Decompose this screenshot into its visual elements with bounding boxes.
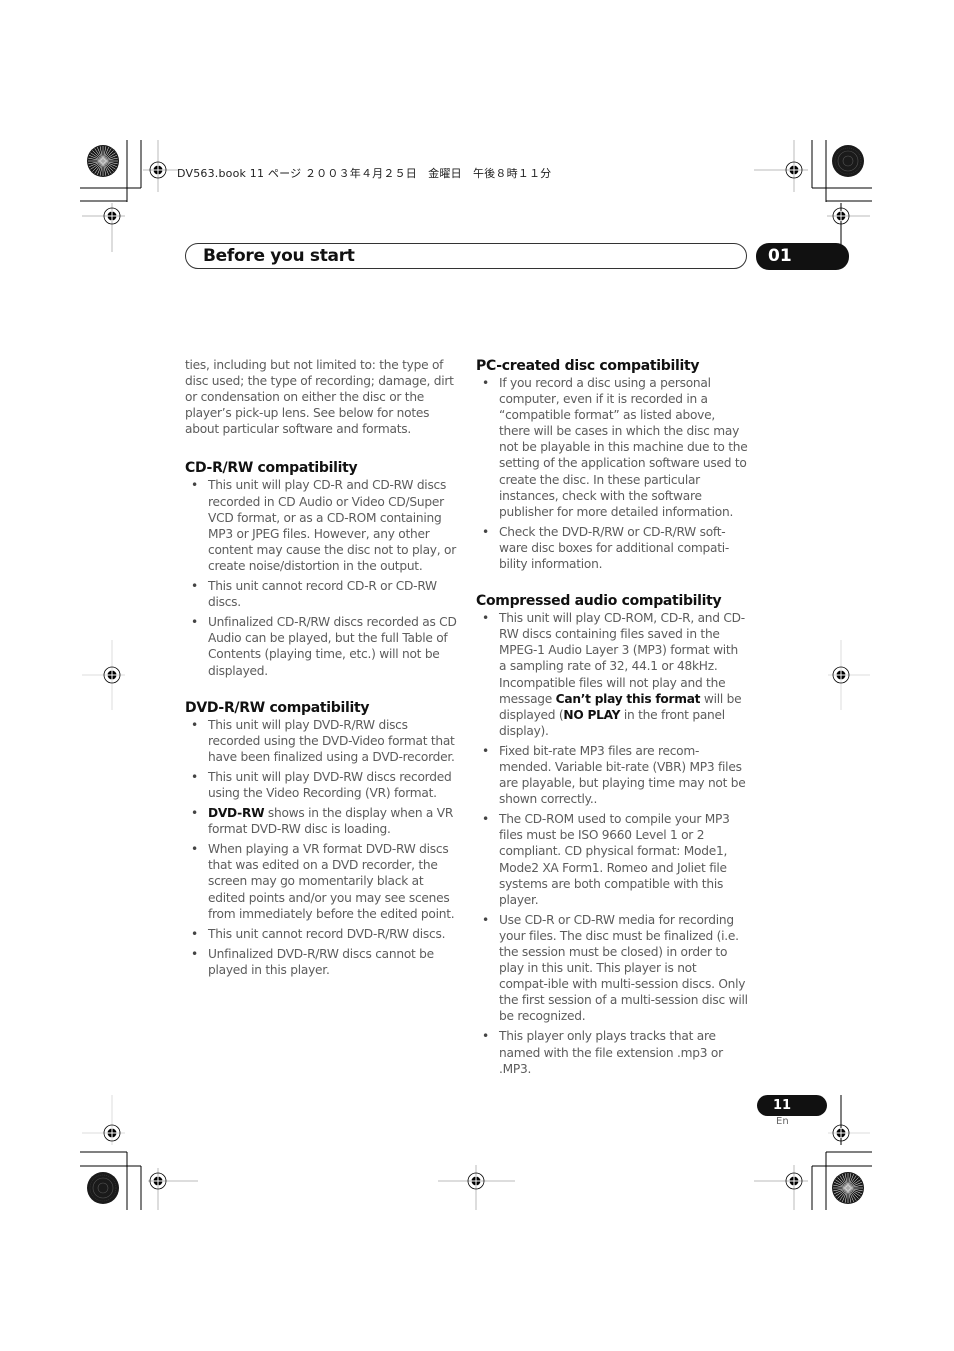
sunburst-mark-icon [831, 1171, 865, 1205]
list-item: Unfinalized DVD-R/RW discs cannot be pla… [185, 946, 457, 978]
heading-compressed-audio: Compressed audio compatibility [476, 593, 722, 610]
cd-rw-list: This unit will play CD-R and CD-RW discs… [185, 477, 457, 678]
section-title: Before you start [203, 246, 355, 266]
sunburst-mark-icon [86, 144, 120, 178]
list-item: This unit cannot record CD-R or CD-RW di… [185, 578, 457, 610]
heading-cd-rw: CD-R/RW compatibility [185, 460, 358, 477]
right-column: PC-created disc compatibility If you rec… [476, 357, 748, 1081]
list-item: This unit cannot record DVD-R/RW discs. [185, 926, 457, 942]
disc-mark-icon [831, 144, 865, 178]
list-item: The CD-ROM used to compile your MP3 file… [476, 811, 748, 908]
language-label: En [776, 1116, 789, 1127]
heading-pc-created: PC-created disc compatibility [476, 358, 700, 374]
print-info-line: DV563.book 11 ページ ２００３年４月２５日 金曜日 午後８時１１分 [177, 167, 552, 180]
page-number: 11 [773, 1098, 792, 1113]
chapter-number: 01 [768, 246, 792, 266]
bold-term: NO PLAY [563, 707, 621, 722]
left-column: ties, including but not limited to: the … [185, 357, 457, 982]
list-item: Check the DVD-R/RW or CD-R/RW soft-ware … [476, 524, 748, 572]
list-item: If you record a disc using a personal co… [476, 375, 748, 520]
disc-mark-icon [86, 1171, 120, 1205]
intro-paragraph: ties, including but not limited to: the … [185, 358, 454, 437]
bold-term: Can’t play this format [555, 691, 701, 706]
dvd-rw-list: This unit will play DVD-R/RW discs recor… [185, 717, 457, 978]
list-item: This unit will play DVD-R/RW discs recor… [185, 717, 457, 765]
bold-term: DVD-RW [208, 806, 265, 821]
list-item: Unfinalized CD-R/RW discs recorded as CD… [185, 614, 457, 678]
compressed-audio-list: This unit will play CD-ROM, CD-R, and CD… [476, 610, 748, 1077]
list-item: Fixed bit-rate MP3 files are recom-mende… [476, 743, 748, 807]
list-item: DVD-RW shows in the display when a VR fo… [185, 805, 457, 837]
list-item: This unit will play DVD-RW discs recorde… [185, 769, 457, 801]
list-item: When playing a VR format DVD-RW discs th… [185, 841, 457, 921]
pc-created-list: If you record a disc using a personal co… [476, 375, 748, 572]
heading-dvd-rw: DVD-R/RW compatibility [185, 699, 370, 716]
list-item: Use CD-R or CD-RW media for recording yo… [476, 912, 748, 1025]
list-item: This player only plays tracks that are n… [476, 1028, 748, 1076]
list-item: This unit will play CD-ROM, CD-R, and CD… [476, 610, 748, 739]
list-item: This unit will play CD-R and CD-RW discs… [185, 477, 457, 574]
page-number-badge [757, 1095, 827, 1116]
